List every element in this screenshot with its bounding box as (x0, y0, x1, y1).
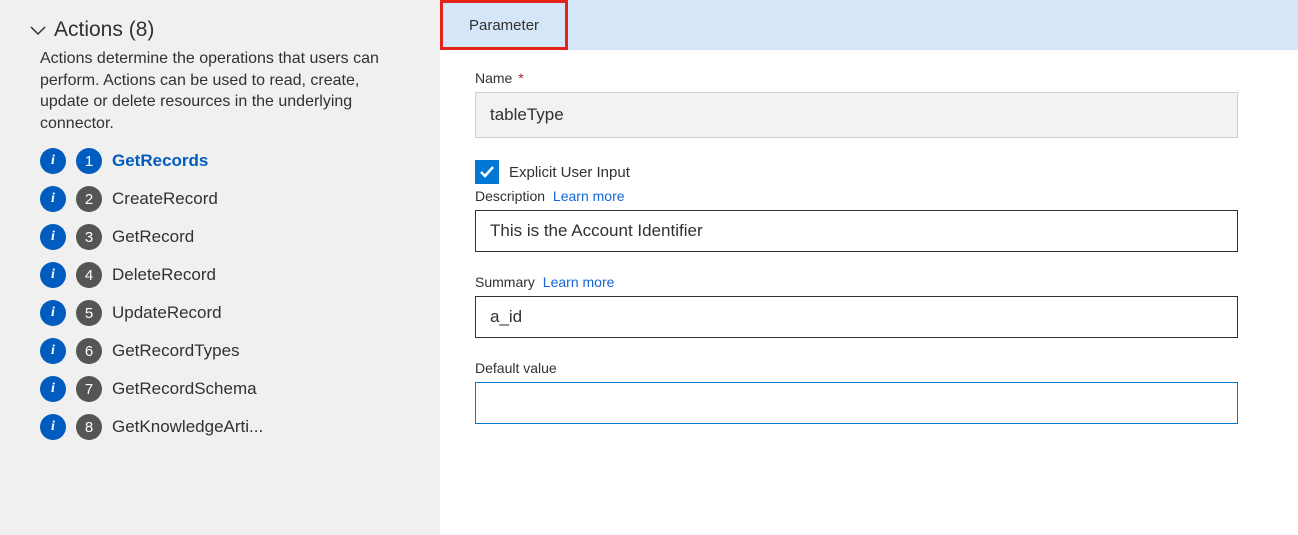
description-row: Description Learn more (475, 188, 1238, 252)
action-number-badge: 6 (76, 338, 102, 364)
action-label: GetRecords (112, 151, 208, 171)
default-label-line: Default value (475, 360, 1238, 376)
action-number-badge: 5 (76, 300, 102, 326)
check-icon (479, 164, 495, 180)
name-field[interactable] (475, 92, 1238, 138)
action-label: GetRecordTypes (112, 341, 240, 361)
summary-field[interactable] (475, 296, 1238, 338)
action-label: GetRecordSchema (112, 379, 257, 399)
action-number-badge: 1 (76, 148, 102, 174)
actions-description: Actions determine the operations that us… (40, 48, 410, 134)
sidebar-item-getrecords[interactable]: i1 GetRecords (40, 148, 410, 174)
tab-parameter[interactable]: Parameter (440, 0, 568, 50)
info-icon[interactable]: i (40, 300, 66, 326)
action-number-badge: 8 (76, 414, 102, 440)
summary-row: Summary Learn more (475, 274, 1238, 338)
info-icon[interactable]: i (40, 338, 66, 364)
name-row: Name * (475, 70, 1238, 138)
summary-label-line: Summary Learn more (475, 274, 1238, 290)
action-label: DeleteRecord (112, 265, 216, 285)
action-number-badge: 2 (76, 186, 102, 212)
sidebar-item-getrecordschema[interactable]: i7 GetRecordSchema (40, 376, 410, 402)
summary-label: Summary (475, 274, 535, 290)
info-icon[interactable]: i (40, 224, 66, 250)
action-number-badge: 3 (76, 224, 102, 250)
explicit-row: Explicit User Input (475, 160, 1238, 184)
explicit-checkbox[interactable] (475, 160, 499, 184)
description-learn-more-link[interactable]: Learn more (553, 188, 625, 204)
info-icon[interactable]: i (40, 414, 66, 440)
actions-header[interactable]: Actions (8) (30, 18, 410, 42)
description-label: Description (475, 188, 545, 204)
explicit-label: Explicit User Input (509, 164, 630, 181)
summary-learn-more-link[interactable]: Learn more (543, 274, 615, 290)
info-icon[interactable]: i (40, 186, 66, 212)
action-label: UpdateRecord (112, 303, 222, 323)
default-field[interactable] (475, 382, 1238, 424)
action-label: CreateRecord (112, 189, 218, 209)
name-label: Name (475, 70, 512, 86)
actions-title: Actions (8) (54, 18, 154, 42)
actions-list: i1GetRecordsi2CreateRecordi3GetRecordi4D… (40, 148, 410, 440)
form-area: Name * Explicit User Input Description L… (440, 50, 1298, 446)
sidebar-item-updaterecord[interactable]: i5 UpdateRecord (40, 300, 410, 326)
tab-bar: Parameter (440, 0, 1298, 50)
sidebar-item-deleterecord[interactable]: i4 DeleteRecord (40, 262, 410, 288)
description-label-line: Description Learn more (475, 188, 1238, 204)
default-row: Default value (475, 360, 1238, 424)
default-label: Default value (475, 360, 557, 376)
sidebar-item-getknowledgearti[interactable]: i8 GetKnowledgeArti... (40, 414, 410, 440)
action-number-badge: 4 (76, 262, 102, 288)
info-icon[interactable]: i (40, 262, 66, 288)
sidebar: Actions (8) Actions determine the operat… (0, 0, 440, 535)
info-icon[interactable]: i (40, 376, 66, 402)
tab-label: Parameter (469, 17, 539, 34)
name-label-line: Name * (475, 70, 1238, 86)
action-number-badge: 7 (76, 376, 102, 402)
required-asterisk: * (514, 70, 523, 86)
sidebar-item-createrecord[interactable]: i2 CreateRecord (40, 186, 410, 212)
sidebar-item-getrecordtypes[interactable]: i6 GetRecordTypes (40, 338, 410, 364)
action-label: GetKnowledgeArti... (112, 417, 263, 437)
description-field[interactable] (475, 210, 1238, 252)
main-panel: Parameter Name * Explicit User Input Des… (440, 0, 1298, 535)
chevron-down-icon (30, 21, 46, 39)
sidebar-item-getrecord[interactable]: i3 GetRecord (40, 224, 410, 250)
action-label: GetRecord (112, 227, 194, 247)
info-icon[interactable]: i (40, 148, 66, 174)
